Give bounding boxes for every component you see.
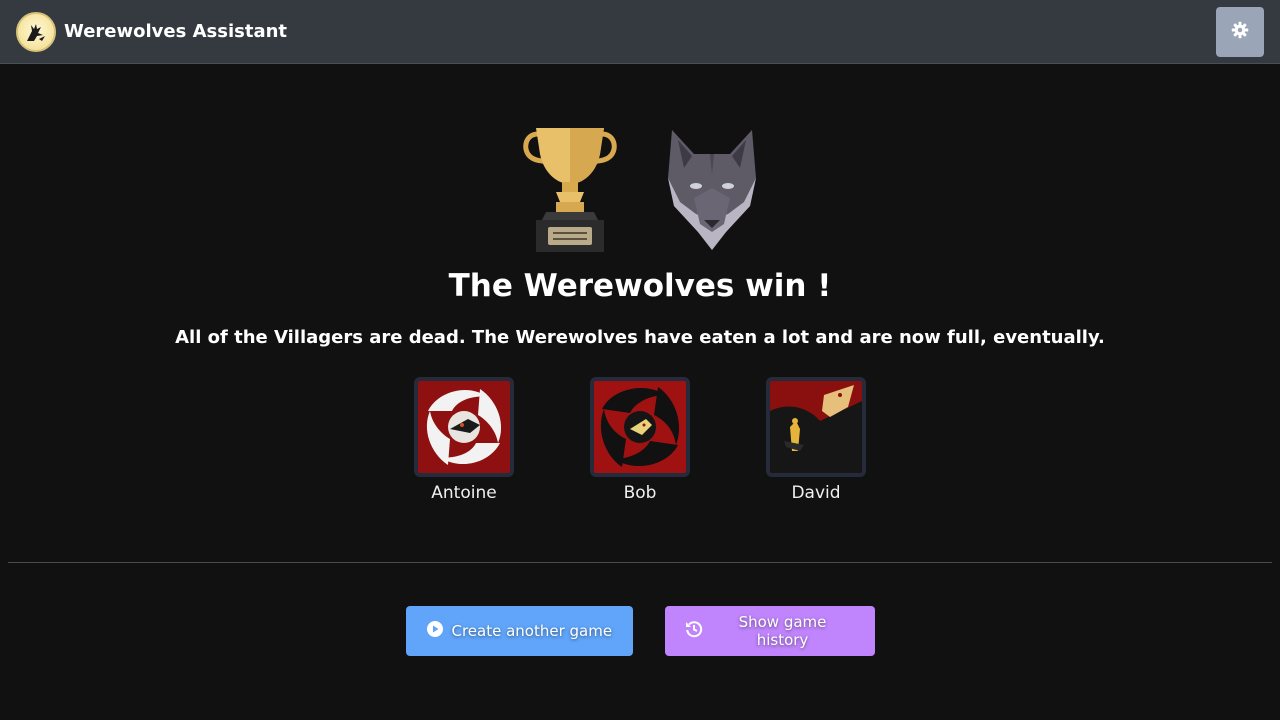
wolf-head-icon [664,128,760,256]
winning-players-list: Antoine Bob David [0,377,1280,503]
result-icons [0,120,1280,256]
top-navbar: Werewolves Assistant [0,0,1280,64]
brand[interactable]: Werewolves Assistant [16,11,288,52]
create-another-game-label: Create another game [451,622,613,640]
history-icon [685,620,703,642]
werewolf-card-icon [590,377,690,477]
player-name: Bob [623,483,657,503]
divider [8,562,1272,563]
create-another-game-button[interactable]: Create another game [405,606,633,656]
result-description: All of the Villagers are dead. The Werew… [175,327,1105,348]
player-card[interactable]: Bob [590,377,690,503]
actions: Create another game Show game history [0,606,1280,656]
gear-icon [1231,21,1249,42]
big-bad-wolf-card-icon [766,377,866,477]
trophy-icon [520,124,620,256]
app-title: Werewolves Assistant [64,21,288,42]
show-game-history-button[interactable]: Show game history [664,606,875,656]
player-name: Antoine [431,483,497,503]
show-game-history-label: Show game history [738,613,827,649]
player-name: David [791,483,841,503]
werewolf-moon-logo-icon [16,11,56,52]
player-card[interactable]: Antoine [414,377,514,503]
settings-button[interactable] [1216,6,1264,57]
play-circle-icon [426,620,444,642]
white-werewolf-card-icon [414,377,514,477]
result-title: The Werewolves win ! [448,268,832,304]
player-card[interactable]: David [766,377,866,503]
